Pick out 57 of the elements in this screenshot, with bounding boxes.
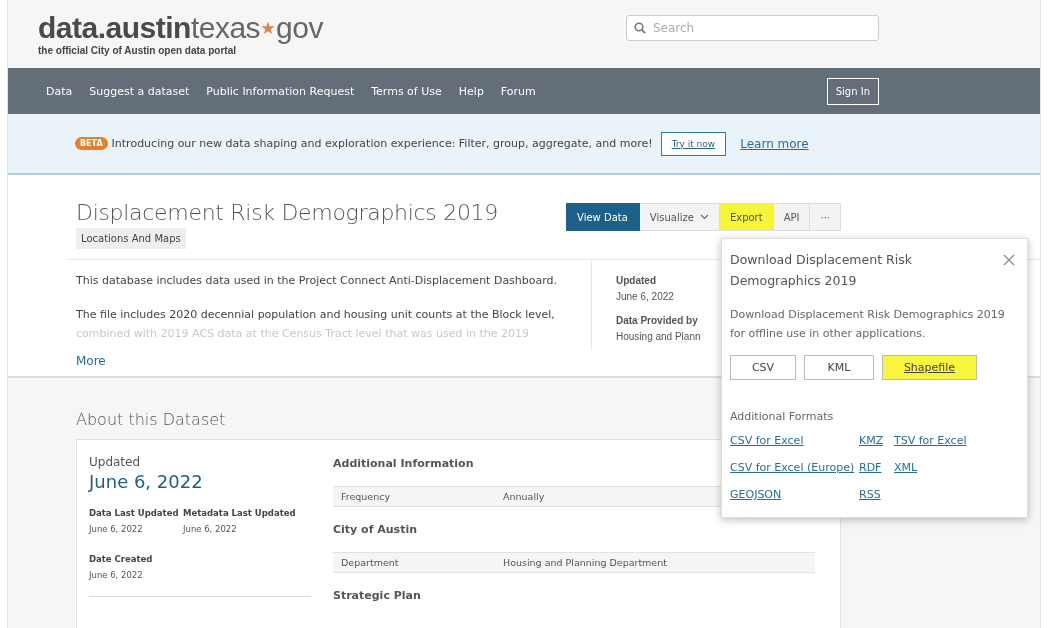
date-label: Date Created (89, 554, 154, 564)
format-link[interactable]: CSV for Excel (Europe) (730, 459, 859, 477)
site-logo[interactable]: data.austintexas gov (38, 12, 323, 44)
meta-value: June 6, 2022 (616, 291, 674, 302)
info-section-title: Additional Information (333, 457, 474, 470)
date-label: Metadata Last Updated (183, 508, 297, 518)
format-link[interactable]: KMZ (859, 432, 894, 450)
format-link[interactable]: XML (894, 459, 984, 477)
action-button[interactable]: View Data (566, 203, 640, 231)
nav-link[interactable]: Help (458, 84, 484, 98)
info-row: Department Housing and Planning Department (333, 552, 815, 573)
section-heading: About this Dataset (76, 410, 226, 429)
action-button[interactable]: ··· (810, 203, 841, 231)
format-button[interactable]: CSV (730, 355, 796, 380)
format-button[interactable]: Shapefile (882, 355, 977, 380)
logo-tagline: the official City of Austin open data portal (38, 45, 237, 56)
date-label: Data Last Updated (89, 508, 180, 518)
nav-link[interactable]: Data (46, 84, 73, 98)
info-section-title: Strategic Plan (333, 589, 421, 602)
meta-value: Housing and Plann (616, 331, 701, 342)
learn-more-link[interactable]: Learn more (740, 136, 809, 151)
popover-description: Download Displacement Risk Demographics 2019 for offline use in other applications. (730, 307, 1006, 342)
action-button[interactable]: Export (719, 203, 774, 231)
meta-label: Data Provided by (616, 315, 698, 326)
info-section-title: City of Austin (333, 523, 418, 536)
description-text: This database includes data used in the Project Connect Anti-Displacement Dashboard. (76, 273, 559, 289)
beta-badge: BETA (75, 137, 108, 150)
close-icon[interactable] (1003, 254, 1015, 266)
format-link[interactable]: RDF (859, 459, 894, 477)
updated-label: Updated (89, 455, 142, 469)
sign-in-button[interactable]: Sign In (826, 77, 879, 105)
nav-link[interactable]: Suggest a dataset (89, 84, 190, 98)
format-button[interactable]: KML (804, 355, 874, 380)
dataset-title: Displacement Risk Demographics 2019 (76, 200, 498, 225)
nav-link[interactable]: Public Information Request (206, 84, 355, 98)
format-link[interactable]: TSV for Excel (894, 432, 984, 450)
search-icon (634, 22, 646, 34)
date-value: June 6, 2022 (183, 524, 238, 534)
category-tag[interactable]: Locations And Maps (76, 228, 186, 249)
try-it-now-button[interactable]: Try it now (660, 131, 727, 156)
date-value: June 6, 2022 (89, 570, 144, 580)
date-value: June 6, 2022 (89, 524, 144, 534)
search-field[interactable]: Search (626, 15, 879, 41)
format-link[interactable]: CSV for Excel (730, 432, 859, 450)
banner-text: Introducing our new data shaping and exploration experience: Filter, group, aggregate, and more! (111, 137, 653, 150)
updated-date: June 6, 2022 (89, 471, 204, 492)
additional-formats-heading: Additional Formats (730, 410, 835, 423)
description-text: The file includes 2020 decennial population and housing unit counts at the Block level, (76, 307, 556, 323)
popover-title: Download Displacement Risk Demographics 2019 (730, 251, 913, 290)
nav-link[interactable]: Forum (500, 84, 536, 98)
more-link[interactable]: More (76, 354, 106, 368)
chevron-down-icon (699, 214, 709, 220)
meta-label: Updated (616, 275, 656, 286)
format-link[interactable]: RSS (859, 486, 894, 504)
action-button[interactable]: API (773, 203, 811, 231)
action-button[interactable]: Visualize (639, 203, 720, 231)
nav-link[interactable]: Terms of Use (371, 84, 442, 98)
